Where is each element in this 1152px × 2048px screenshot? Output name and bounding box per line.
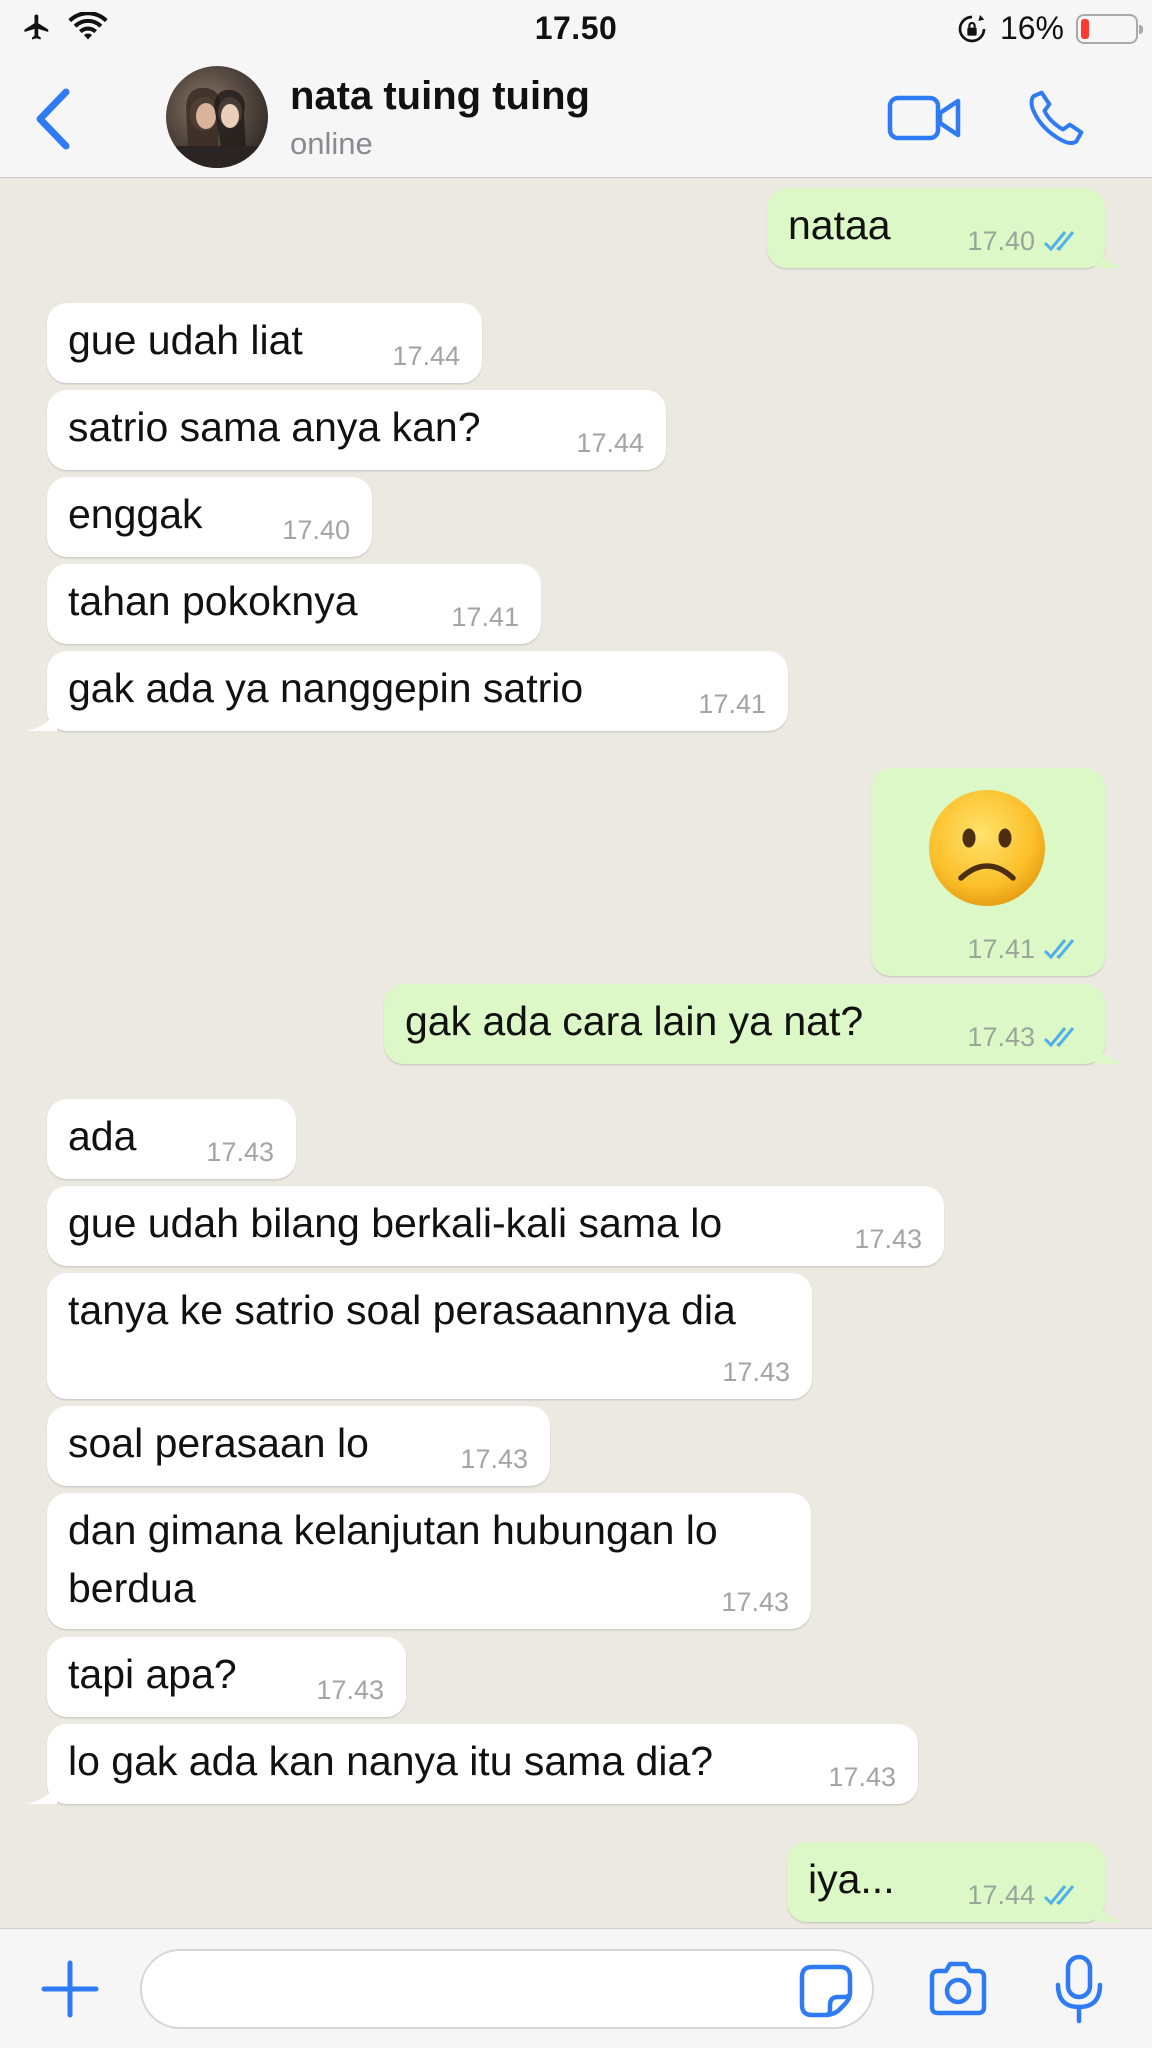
read-ticks-icon [1043, 1885, 1075, 1906]
message-text: tapi apa? [68, 1651, 237, 1697]
message-input[interactable] [140, 1949, 874, 2029]
message-incoming[interactable]: ada 17.43 [47, 1099, 296, 1179]
message-timestamp: 17.43 [206, 1137, 274, 1167]
message-incoming[interactable]: tanya ke satrio soal perasaannya dia 17.… [47, 1273, 812, 1399]
message-incoming[interactable]: soal perasaan lo 17.43 [47, 1406, 550, 1486]
message-text: dan gimana kelanjutan hubungan lo berdua [68, 1507, 718, 1611]
contact-name[interactable]: nata tuing tuing [290, 74, 590, 119]
chat-header: nata tuing tuing online [0, 58, 1152, 178]
message-text: tahan pokoknya [68, 578, 358, 624]
message-timestamp: 17.43 [967, 1022, 1035, 1052]
message-incoming[interactable]: enggak 17.40 [47, 477, 372, 557]
message-text: iya... [808, 1856, 895, 1902]
video-camera-icon[interactable] [886, 88, 962, 148]
message-incoming[interactable]: dan gimana kelanjutan hubungan lo berdua… [47, 1493, 811, 1629]
message-outgoing-emoji[interactable]: 17.41 [871, 768, 1105, 976]
message-timestamp: 17.41 [451, 602, 519, 632]
avatar[interactable] [166, 66, 268, 168]
message-text: nataa [788, 202, 891, 248]
sticker-icon[interactable] [798, 1963, 854, 2019]
microphone-icon[interactable] [1052, 1953, 1106, 2025]
message-text: soal perasaan lo [68, 1420, 369, 1466]
message-text: satrio sama anya kan? [68, 404, 481, 450]
message-text: gak ada cara lain ya nat? [405, 998, 864, 1044]
message-incoming[interactable]: lo gak ada kan nanya itu sama dia? 17.43 [27, 1724, 918, 1804]
message-list[interactable]: nataa 17.40 gue udah liat 17.44 satrio s… [0, 178, 1152, 1928]
bubble-tail [1095, 242, 1125, 268]
bubble-tail [1095, 1896, 1125, 1922]
message-timestamp: 17.44 [576, 428, 644, 458]
message-outgoing[interactable]: nataa 17.40 [767, 188, 1125, 268]
message-timestamp: 17.43 [316, 1675, 384, 1705]
battery-level [1081, 18, 1090, 39]
read-ticks-icon [1043, 939, 1075, 960]
message-incoming[interactable]: gue udah bilang berkali-kali sama lo 17.… [47, 1186, 944, 1266]
message-text: lo gak ada kan nanya itu sama dia? [68, 1738, 714, 1784]
status-bar: 17.50 16% [0, 0, 1152, 58]
message-timestamp: 17.40 [282, 515, 350, 545]
bubble-tail [1095, 1038, 1125, 1064]
message-incoming[interactable]: gak ada ya nanggepin satrio 17.41 [27, 651, 788, 731]
message-incoming[interactable]: satrio sama anya kan? 17.44 [47, 390, 666, 470]
read-ticks-icon [1043, 1027, 1075, 1048]
read-ticks-icon [1043, 231, 1075, 252]
camera-icon[interactable] [926, 1959, 990, 2019]
message-text: gak ada ya nanggepin satrio [68, 665, 584, 711]
message-incoming[interactable]: tahan pokoknya 17.41 [47, 564, 541, 644]
message-incoming[interactable]: gue udah liat 17.44 [47, 303, 482, 383]
plus-icon[interactable] [40, 1959, 100, 2019]
message-text: ada [68, 1113, 137, 1159]
back-chevron-icon[interactable] [28, 84, 78, 154]
message-timestamp: 17.41 [698, 689, 766, 719]
message-timestamp: 17.43 [854, 1224, 922, 1254]
orientation-lock-icon [958, 14, 986, 42]
contact-status: online [290, 126, 373, 161]
message-timestamp: 17.44 [392, 341, 460, 371]
message-outgoing[interactable]: gak ada cara lain ya nat? 17.43 [384, 984, 1125, 1064]
message-timestamp: 17.43 [828, 1762, 896, 1792]
message-timestamp: 17.44 [967, 1880, 1035, 1910]
bubble-tail [27, 705, 57, 731]
bubble-tail [27, 1778, 57, 1804]
message-text: gue udah liat [68, 317, 303, 363]
phone-icon[interactable] [1024, 86, 1088, 150]
battery-percent: 16% [999, 10, 1064, 46]
message-timestamp: 17.43 [460, 1444, 528, 1474]
frowning-face-emoji [929, 790, 1045, 906]
message-timestamp: 17.43 [721, 1587, 789, 1617]
message-text: enggak [68, 491, 203, 537]
input-bar [0, 1928, 1152, 2048]
message-timestamp: 17.40 [967, 226, 1035, 256]
message-text: gue udah bilang berkali-kali sama lo [68, 1200, 723, 1246]
message-outgoing[interactable]: iya... 17.44 [787, 1842, 1125, 1922]
message-incoming[interactable]: tapi apa? 17.43 [47, 1637, 406, 1717]
battery-icon [1076, 13, 1143, 44]
message-text: tanya ke satrio soal perasaannya dia [68, 1287, 736, 1333]
message-timestamp: 17.43 [722, 1357, 790, 1387]
message-timestamp: 17.41 [967, 934, 1035, 964]
